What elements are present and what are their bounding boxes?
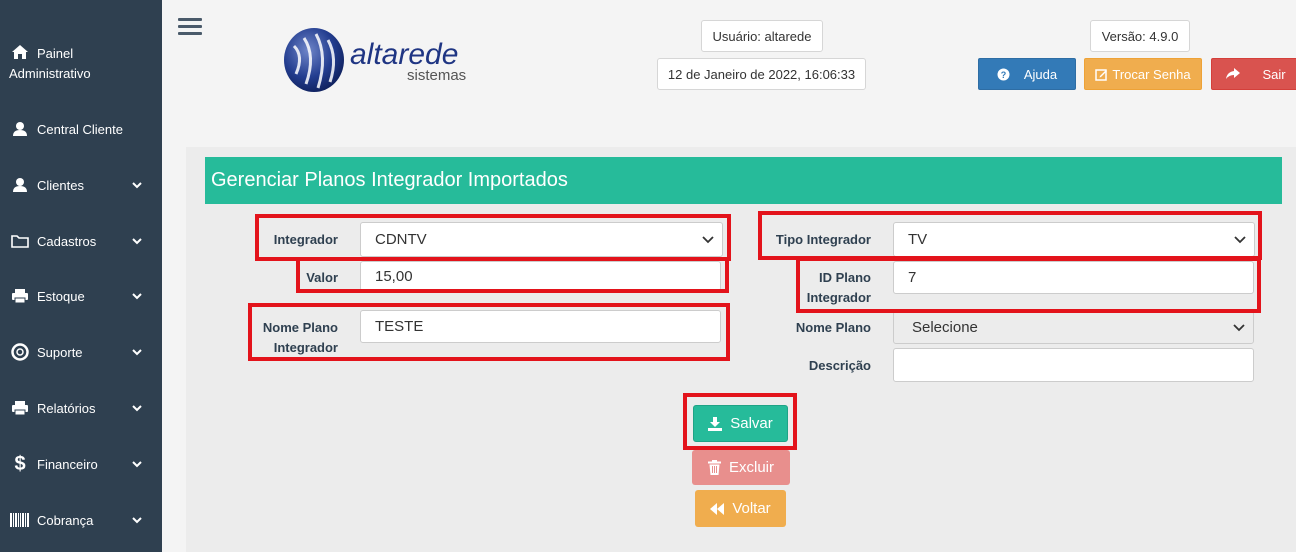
- sidebar-item-label: Relatórios: [37, 400, 96, 416]
- chevron-down-icon: [1233, 323, 1245, 331]
- sidebar-item-label: Cobrança: [37, 512, 94, 528]
- save-button[interactable]: Salvar: [693, 405, 788, 442]
- lifebuoy-icon: [9, 343, 31, 361]
- svg-text:?: ?: [1001, 70, 1007, 80]
- chevron-down-icon: [130, 181, 144, 189]
- sidebar-item-label: Clientes: [37, 177, 84, 193]
- share-arrow-icon: [1226, 68, 1241, 80]
- sidebar-item-label: Central Cliente: [37, 121, 123, 137]
- tipo-integrador-value: TV: [908, 231, 928, 248]
- integrador-label: Integrador: [273, 232, 338, 247]
- nome-plano-select[interactable]: Selecione: [893, 311, 1254, 344]
- sidebar-item-cobranca[interactable]: Cobrança: [0, 510, 162, 530]
- datetime-info: 12 de Janeiro de 2022, 16:06:33: [657, 58, 866, 90]
- chevron-down-icon: [1234, 235, 1246, 243]
- sidebar-item-label: Estoque: [37, 288, 85, 304]
- nome-plano-label: Nome Plano: [795, 320, 871, 335]
- valor-label: Valor: [306, 270, 338, 285]
- nome-plano-value: Selecione: [912, 319, 978, 336]
- version-info: Versão: 4.9.0: [1090, 20, 1190, 52]
- home-icon: [9, 44, 31, 60]
- change-password-label: Trocar Senha: [1112, 66, 1191, 82]
- valor-input[interactable]: 15,00: [360, 261, 721, 291]
- nome-plano-integrador-label-line1: Nome Plano: [262, 320, 338, 335]
- sidebar-item-suporte[interactable]: Suporte: [0, 342, 162, 362]
- sidebar-item-financeiro[interactable]: $ Financeiro: [0, 452, 162, 475]
- help-button[interactable]: ? Ajuda: [978, 58, 1076, 90]
- tipo-integrador-label: Tipo Integrador: [775, 232, 871, 247]
- user-icon: [9, 121, 31, 137]
- integrador-value: CDNTV: [375, 231, 427, 248]
- chevron-down-icon: [130, 292, 144, 300]
- sidebar-item-label: Financeiro: [37, 456, 98, 472]
- integrador-select[interactable]: CDNTV: [360, 222, 723, 257]
- menu-toggle-icon[interactable]: [178, 18, 202, 38]
- save-button-label: Salvar: [730, 415, 773, 432]
- sidebar-item-estoque[interactable]: Estoque: [0, 286, 162, 306]
- sidebar-item-central-cliente[interactable]: Central Cliente: [0, 119, 162, 139]
- sidebar-item-cadastros[interactable]: Cadastros: [0, 231, 162, 251]
- download-icon: [708, 416, 723, 431]
- page-title: Gerenciar Planos Integrador Importados: [205, 157, 1282, 204]
- user-icon: [9, 177, 31, 193]
- id-plano-label-line2: Integrador: [806, 290, 871, 305]
- sidebar-item-label: Cadastros: [37, 233, 97, 249]
- sidebar-item-relatorios[interactable]: Relatórios: [0, 398, 162, 418]
- edit-icon: [1095, 68, 1108, 81]
- chevron-down-icon: [130, 237, 144, 245]
- exit-button[interactable]: Sair: [1211, 58, 1296, 90]
- back-button-label: Voltar: [732, 500, 771, 517]
- chevron-down-icon: [130, 516, 144, 524]
- sidebar-item-clientes[interactable]: Clientes: [0, 175, 162, 195]
- trash-icon: [707, 460, 721, 475]
- altarede-logo: altarede sistemas: [282, 26, 482, 94]
- chevron-down-icon: [130, 460, 144, 468]
- chevron-down-icon: [130, 348, 144, 356]
- descricao-input[interactable]: [893, 348, 1254, 382]
- back-button[interactable]: Voltar: [695, 490, 786, 527]
- nome-plano-integrador-input[interactable]: TESTE: [360, 310, 721, 343]
- sidebar: Painel Administrativo Central Cliente Cl…: [0, 0, 162, 552]
- logo-subtext: sistemas: [407, 67, 467, 84]
- help-button-label: Ajuda: [1023, 66, 1058, 82]
- barcode-icon: [9, 513, 31, 527]
- sidebar-item-label: Suporte: [37, 344, 83, 360]
- sidebar-painel-line1: Painel: [37, 46, 74, 61]
- exit-button-label: Sair: [1262, 66, 1286, 82]
- id-plano-input[interactable]: 7: [893, 261, 1254, 294]
- printer-icon: [9, 288, 31, 304]
- backward-icon: [710, 502, 725, 515]
- printer-icon: [9, 400, 31, 416]
- dollar-icon: $: [14, 452, 26, 475]
- delete-button[interactable]: Excluir: [692, 450, 790, 485]
- sidebar-painel-line2: Administrativo: [9, 66, 91, 81]
- nome-plano-integrador-label-line2: Integrador: [273, 340, 338, 355]
- folder-icon: [9, 234, 31, 248]
- descricao-label: Descrição: [808, 358, 871, 373]
- delete-button-label: Excluir: [728, 459, 774, 476]
- user-info: Usuário: altarede: [701, 20, 823, 52]
- id-plano-label-line1: ID Plano: [818, 270, 871, 285]
- chevron-down-icon: [130, 404, 144, 412]
- change-password-button[interactable]: Trocar Senha: [1084, 58, 1202, 90]
- logo-text: altarede: [350, 38, 459, 71]
- tipo-integrador-select[interactable]: TV: [893, 222, 1255, 257]
- question-circle-icon: ?: [997, 68, 1010, 81]
- chevron-down-icon: [702, 235, 714, 243]
